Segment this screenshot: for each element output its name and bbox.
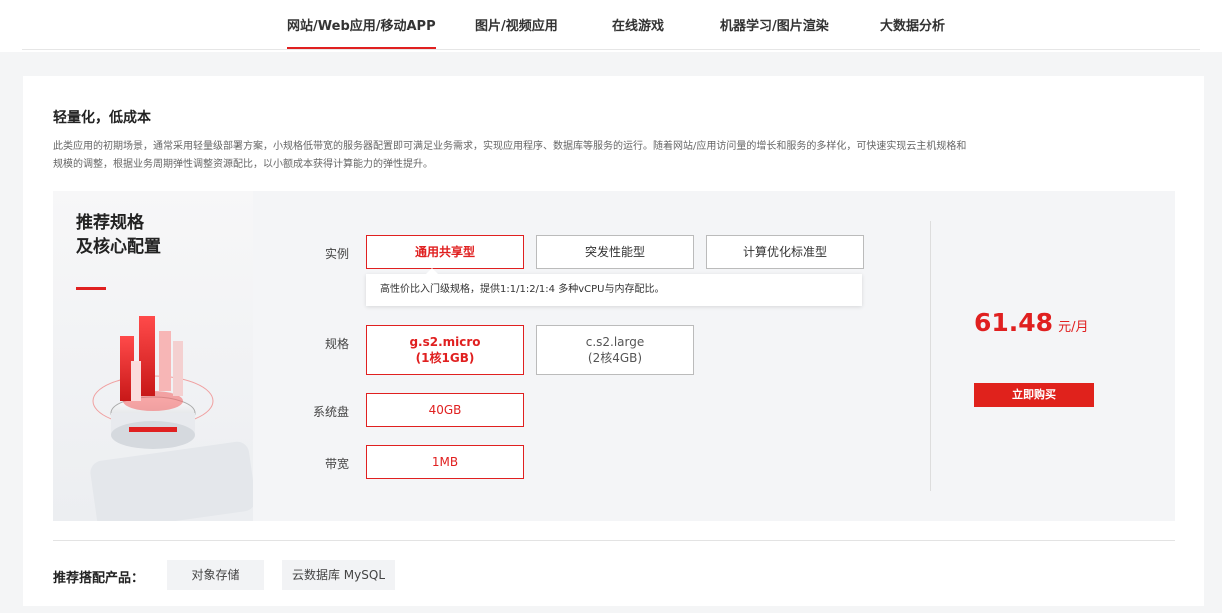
tab-big-data[interactable]: 大数据分析 (880, 15, 945, 49)
category-tab-bar: 网站/Web应用/移动APP 图片/视频应用 在线游戏 机器学习/图片渲染 大数… (0, 0, 1222, 52)
recommend-divider (53, 540, 1175, 541)
tab-online-games[interactable]: 在线游戏 (612, 15, 664, 49)
section-description: 此类应用的初期场景，通常采用轻量级部署方案，小规格低带宽的服务器配置即可满足业务… (53, 141, 967, 170)
title-accent-bar (76, 287, 106, 290)
price-amount: 61.48 (974, 308, 1054, 337)
price-unit: 元/月 (1058, 320, 1089, 335)
spec-option-detail: (1核1GB) (415, 351, 475, 365)
section-heading: 轻量化，低成本 (53, 110, 151, 126)
instance-option-compute-optimized[interactable]: 计算优化标准型 (706, 235, 864, 269)
instance-tooltip: 高性价比入门级规格，提供1:1/1:2/1:4 多种vCPU与内存配比。 (366, 268, 862, 306)
scenario-panel: 轻量化，低成本 此类应用的初期场景，通常采用轻量级部署方案，小规格低带宽的服务器… (23, 76, 1204, 606)
buy-now-button[interactable]: 立即购买 (974, 383, 1094, 407)
spec-label: 规格 (324, 337, 349, 351)
recommend-card-title: 推荐规格 及核心配置 (76, 211, 161, 259)
tab-image-video[interactable]: 图片/视频应用 (475, 15, 558, 49)
product-chip-object-storage[interactable]: 对象存储 (167, 560, 264, 590)
recommend-card-title-line1: 推荐规格 (76, 213, 144, 233)
instance-option-general-shared[interactable]: 通用共享型 (366, 235, 524, 269)
recommend-card-title-line2: 及核心配置 (76, 237, 161, 257)
spec-option-name: g.s2.micro (409, 335, 481, 349)
spec-option-g-s2-micro[interactable]: g.s2.micro (1核1GB) (366, 325, 524, 375)
price-display: 61.48 元/月 (974, 308, 1089, 337)
bandwidth-option[interactable]: 1MB (366, 445, 524, 479)
recommend-label: 推荐搭配产品： (53, 571, 145, 586)
tab-machine-learning[interactable]: 机器学习/图片渲染 (720, 15, 829, 49)
server-chart-illustration (90, 316, 253, 521)
spec-option-name: c.s2.large (585, 335, 645, 349)
bandwidth-label: 带宽 (324, 457, 349, 471)
product-chip-mysql[interactable]: 云数据库 MySQL (282, 560, 395, 590)
instance-option-burstable[interactable]: 突发性能型 (536, 235, 694, 269)
spec-option-c-s2-large[interactable]: c.s2.large (2核4GB) (536, 325, 694, 375)
recommend-card: 推荐规格 及核心配置 (53, 191, 253, 521)
tab-web-app[interactable]: 网站/Web应用/移动APP (287, 15, 436, 49)
disk-label: 系统盘 (312, 405, 349, 419)
price-divider (930, 221, 931, 491)
disk-option[interactable]: 40GB (366, 393, 524, 427)
spec-option-detail: (2核4GB) (587, 351, 643, 365)
tab-bar-divider (22, 49, 1200, 50)
instance-label: 实例 (324, 247, 349, 261)
config-area: 推荐规格 及核心配置 实例 通用共享型 突发性能型 计算优化标准型 高性价比入门… (53, 191, 1175, 521)
